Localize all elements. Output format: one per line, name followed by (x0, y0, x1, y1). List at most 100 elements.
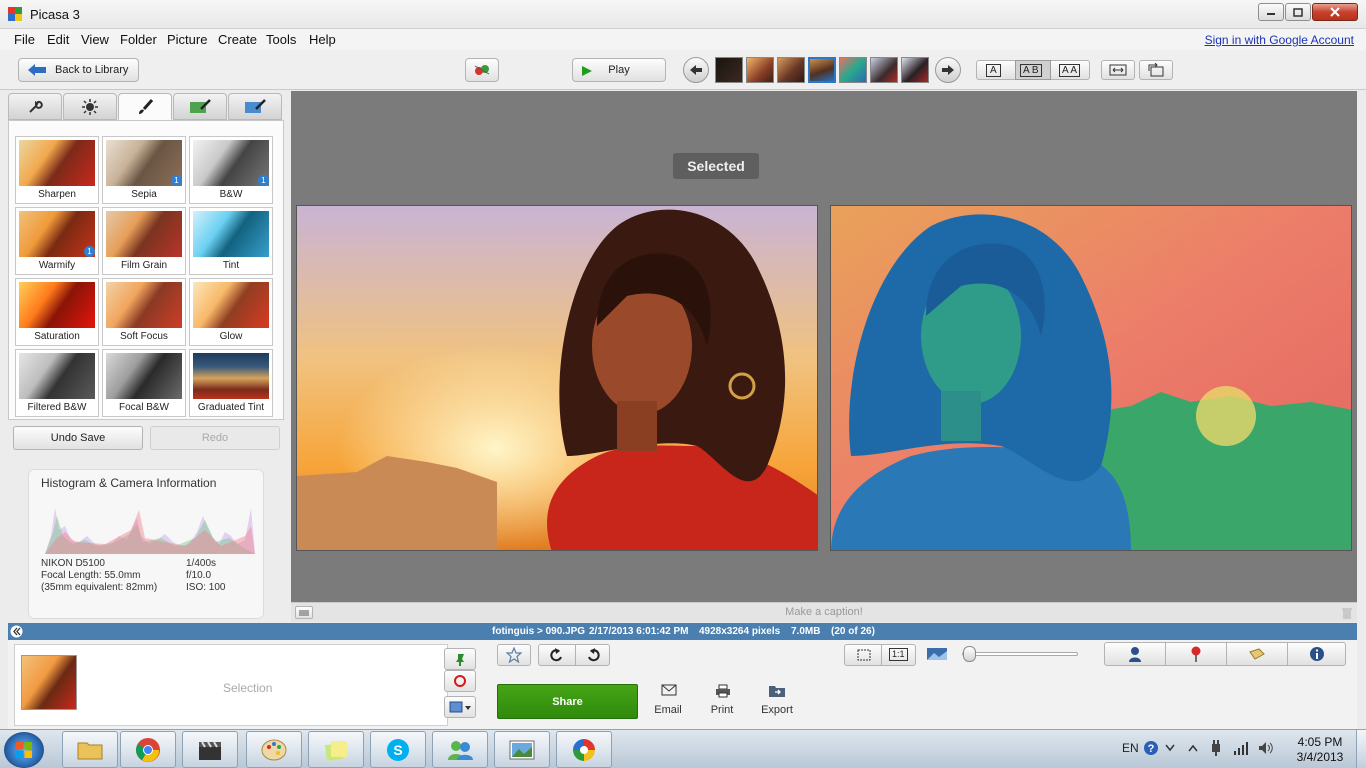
play-button[interactable]: Play (572, 58, 666, 82)
tab-basic-fixes[interactable] (8, 93, 62, 120)
rotate-left-icon[interactable] (549, 647, 565, 663)
email-button[interactable]: Email (643, 704, 693, 716)
close-button[interactable] (1312, 3, 1358, 21)
side-by-side-view-button[interactable]: A A (1059, 64, 1081, 77)
filmstrip-thumbnail[interactable] (901, 57, 929, 83)
tab-effects-2[interactable] (173, 93, 227, 120)
maximize-button[interactable] (1285, 3, 1311, 21)
menu-file[interactable]: File (14, 32, 35, 47)
filmstrip-thumbnail[interactable] (870, 57, 898, 83)
collapse-panel-icon[interactable] (10, 625, 23, 638)
taskbar-chrome[interactable] (120, 731, 176, 768)
fit-width-button[interactable] (1101, 60, 1135, 80)
menu-help[interactable]: Help (309, 32, 336, 47)
effect-glow[interactable]: Glow (189, 278, 273, 346)
chevron-down-icon[interactable] (1165, 744, 1175, 752)
effect-tint[interactable]: Tint (189, 207, 273, 275)
previous-photo-button[interactable] (683, 57, 709, 83)
swap-button[interactable] (1139, 60, 1173, 80)
power-plug-icon[interactable] (1209, 740, 1223, 756)
trash-icon[interactable] (1341, 607, 1353, 619)
effect-label: Focal B&W (118, 402, 169, 413)
compare-view-button[interactable]: A B (1020, 64, 1042, 77)
focal-length: Focal Length: 55.0mm (41, 570, 141, 581)
show-hidden-icons-icon[interactable] (1188, 744, 1198, 752)
actual-size-button[interactable]: 1:1 (889, 648, 908, 661)
menu-folder[interactable]: Folder (120, 32, 157, 47)
share-button[interactable]: Share (497, 684, 638, 719)
fit-to-screen-icon[interactable] (857, 649, 871, 661)
effect-bw[interactable]: 1 B&W (189, 136, 273, 204)
minimize-button[interactable] (1258, 3, 1284, 21)
clear-selection-button[interactable] (444, 670, 476, 692)
star-button[interactable] (497, 644, 531, 666)
language-indicator[interactable]: EN (1122, 741, 1139, 755)
start-button[interactable] (4, 732, 44, 768)
tray-thumbnail[interactable] (21, 655, 77, 710)
edited-photo[interactable] (830, 205, 1352, 551)
menu-tools[interactable]: Tools (266, 32, 296, 47)
collage-button[interactable] (465, 58, 499, 82)
original-photo[interactable] (296, 205, 818, 551)
sign-in-link[interactable]: Sign in with Google Account (1205, 33, 1354, 47)
system-clock[interactable]: 4:05 PM 3/4/2013 (1290, 735, 1350, 765)
show-desktop-button[interactable] (1356, 730, 1366, 768)
svg-text:?: ? (1148, 743, 1155, 755)
help-icon[interactable]: ? (1143, 740, 1159, 756)
filmstrip-thumbnail[interactable] (715, 57, 743, 83)
effect-sepia[interactable]: 1 Sepia (102, 136, 186, 204)
photo-info-bar: fotinguis > 090.JPG 2/17/2013 6:01:42 PM… (8, 623, 1357, 640)
taskbar-sticky-notes[interactable] (308, 731, 364, 768)
tab-effects-3[interactable] (228, 93, 282, 120)
email-button-icon-wrap[interactable] (654, 684, 684, 700)
effect-soft-focus[interactable]: Soft Focus (102, 278, 186, 346)
menu-view[interactable]: View (81, 32, 109, 47)
menu-create[interactable]: Create (218, 32, 257, 47)
effect-graduated-tint[interactable]: Graduated Tint (189, 349, 273, 417)
filmstrip-thumbnail[interactable] (746, 57, 774, 83)
menu-edit[interactable]: Edit (47, 32, 69, 47)
taskbar-messenger[interactable] (432, 731, 488, 768)
effect-filtered-bw[interactable]: Filtered B&W (15, 349, 99, 417)
filmstrip-thumbnail[interactable] (777, 57, 805, 83)
effect-thumbnail (193, 211, 269, 257)
taskbar-skype[interactable]: S (370, 731, 426, 768)
caption-input[interactable]: Make a caption! (291, 606, 1357, 618)
single-view-button[interactable]: A (986, 64, 1001, 77)
menu-picture[interactable]: Picture (167, 32, 207, 47)
people-button[interactable] (1105, 643, 1165, 665)
effect-film-grain[interactable]: Film Grain (102, 207, 186, 275)
hold-button[interactable] (444, 648, 476, 670)
taskbar-movie-maker[interactable] (182, 731, 238, 768)
undo-save-button[interactable]: Undo Save (13, 426, 143, 450)
properties-button[interactable] (1288, 643, 1346, 665)
effect-focal-bw[interactable]: Focal B&W (102, 349, 186, 417)
export-button-icon-wrap[interactable] (762, 684, 792, 700)
print-button[interactable]: Print (697, 704, 747, 716)
filmstrip-thumbnail[interactable] (839, 57, 867, 83)
redo-button[interactable]: Redo (150, 426, 280, 450)
taskbar-paint[interactable] (246, 731, 302, 768)
effect-saturation[interactable]: Saturation (15, 278, 99, 346)
rotate-right-icon[interactable] (585, 647, 601, 663)
back-to-library-button[interactable]: Back to Library (18, 58, 139, 82)
next-photo-button[interactable] (935, 57, 961, 83)
tab-effects[interactable] (118, 93, 172, 120)
tab-tuning[interactable] (63, 93, 117, 120)
effect-sharpen[interactable]: Sharpen (15, 136, 99, 204)
effect-warmify[interactable]: 1 Warmify (15, 207, 99, 275)
zoom-slider[interactable] (962, 646, 1078, 662)
taskbar-picasa[interactable] (556, 731, 612, 768)
places-button[interactable] (1166, 643, 1226, 665)
zoom-slider-handle[interactable] (963, 646, 976, 662)
histogram-graph (45, 508, 255, 554)
tags-button[interactable] (1227, 643, 1287, 665)
export-button[interactable]: Export (752, 704, 802, 716)
filmstrip-thumbnail-selected[interactable] (808, 57, 836, 83)
add-to-album-button[interactable] (444, 696, 476, 718)
print-button-icon-wrap[interactable] (708, 684, 738, 700)
signal-strength-icon[interactable] (1233, 741, 1249, 755)
volume-icon[interactable] (1258, 741, 1274, 755)
taskbar-explorer[interactable] (62, 731, 118, 768)
taskbar-photo-viewer[interactable] (494, 731, 550, 768)
